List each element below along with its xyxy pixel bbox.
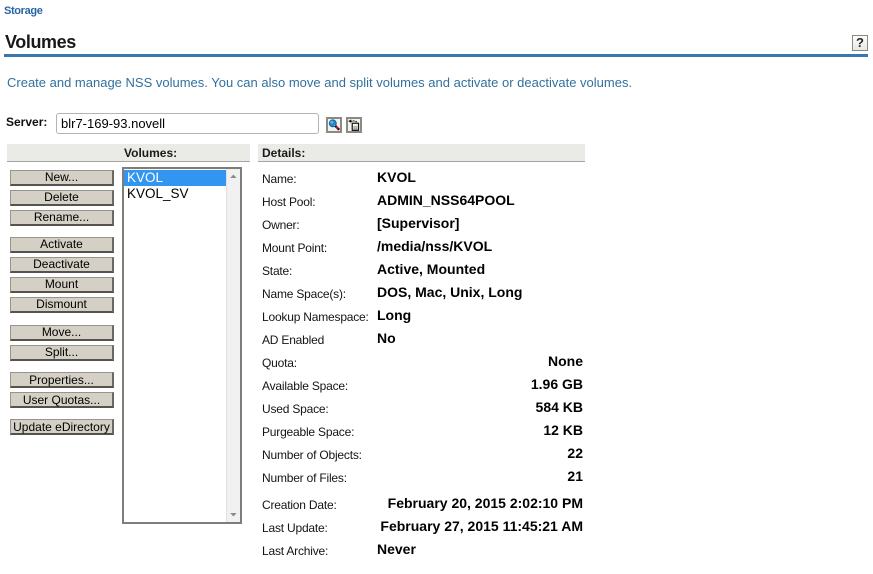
action-button-properties[interactable]: Properties... <box>10 372 114 388</box>
action-button-deactivate[interactable]: Deactivate <box>10 256 114 273</box>
detail-value: 21 <box>567 468 583 484</box>
volumes-column-header: Volumes: <box>124 145 178 160</box>
detail-value: 22 <box>567 445 583 461</box>
server-label: Server: <box>6 114 48 129</box>
detail-value: 1.96 GB <box>530 376 583 392</box>
object-history-button[interactable] <box>346 117 362 133</box>
magnifier-icon <box>328 119 340 131</box>
help-button[interactable]: ? <box>852 35 868 51</box>
detail-value: ADMIN_NSS64POOL <box>377 192 515 208</box>
details-column-header: Details: <box>262 145 306 160</box>
detail-label: Number of Files: <box>262 471 347 485</box>
action-button-split[interactable]: Split... <box>10 344 114 361</box>
details-header-strip <box>258 144 585 162</box>
detail-label: Number of Objects: <box>262 448 362 462</box>
volume-list-item-kvol_sv[interactable]: KVOL_SV <box>124 186 226 202</box>
detail-label: Quota: <box>262 356 297 370</box>
detail-value: February 27, 2015 11:45:21 AM <box>380 518 583 534</box>
detail-label: Used Space: <box>262 402 329 416</box>
detail-label: Lookup Namespace: <box>262 310 369 324</box>
listbox-scrollbar[interactable] <box>226 169 240 522</box>
action-button-update-edirectory[interactable]: Update eDirectory <box>10 419 114 435</box>
detail-value: February 20, 2015 2:02:10 PM <box>387 495 583 511</box>
action-button-rename[interactable]: Rename... <box>10 209 114 226</box>
detail-value: 12 KB <box>543 422 583 438</box>
object-selector-button[interactable] <box>326 117 342 133</box>
page-description: Create and manage NSS volumes. You can a… <box>7 75 633 90</box>
detail-value: 584 KB <box>535 399 583 415</box>
detail-value: No <box>377 330 396 346</box>
action-button-new[interactable]: New... <box>10 169 114 186</box>
detail-value: /media/nss/KVOL <box>377 238 493 254</box>
detail-value: KVOL <box>377 169 416 185</box>
detail-label: Mount Point: <box>262 241 327 255</box>
action-button-move[interactable]: Move... <box>10 324 114 341</box>
detail-label: AD Enabled <box>262 333 325 347</box>
action-button-mount[interactable]: Mount <box>10 276 114 293</box>
volumes-listbox[interactable]: KVOL KVOL_SV <box>122 167 242 524</box>
page-title: Volumes <box>5 32 76 52</box>
detail-label: Name Space(s): <box>262 287 346 301</box>
server-input[interactable] <box>56 113 319 134</box>
detail-value: Long <box>377 307 412 323</box>
volume-list-item-kvol[interactable]: KVOL <box>124 169 226 186</box>
title-rule <box>4 54 868 57</box>
scroll-down-icon[interactable] <box>227 512 240 517</box>
action-button-dismount[interactable]: Dismount <box>10 296 114 313</box>
action-button-activate[interactable]: Activate <box>10 236 114 253</box>
detail-value: DOS, Mac, Unix, Long <box>377 284 523 300</box>
action-button-delete[interactable]: Delete <box>10 189 114 206</box>
detail-label: Host Pool: <box>262 195 316 209</box>
action-button-user-quotas[interactable]: User Quotas... <box>10 392 114 408</box>
detail-value: [Supervisor] <box>377 215 460 231</box>
breadcrumb-storage-link[interactable]: Storage <box>4 5 43 17</box>
detail-label: Creation Date: <box>262 498 337 512</box>
object-history-icon <box>348 119 360 131</box>
detail-label: Name: <box>262 172 297 186</box>
detail-label: Available Space: <box>262 379 348 393</box>
detail-value: Active, Mounted <box>377 261 486 277</box>
scroll-up-icon[interactable] <box>227 174 240 179</box>
detail-label: Last Update: <box>262 521 328 535</box>
detail-value: None <box>548 353 583 369</box>
detail-value: Never <box>377 541 416 557</box>
detail-label: State: <box>262 264 293 278</box>
detail-label: Owner: <box>262 218 300 232</box>
detail-label: Last Archive: <box>262 544 329 558</box>
detail-label: Purgeable Space: <box>262 425 355 439</box>
